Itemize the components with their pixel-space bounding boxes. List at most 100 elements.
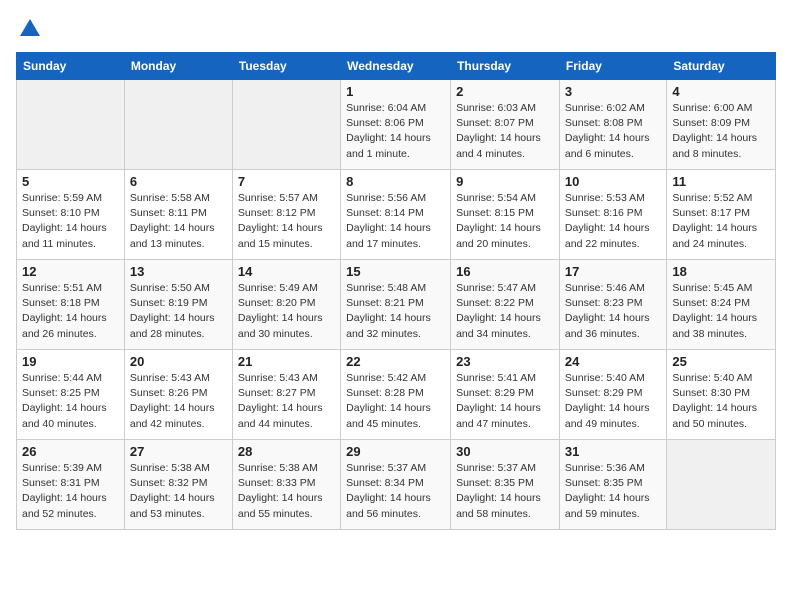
day-detail: Sunrise: 6:02 AM Sunset: 8:08 PM Dayligh… [565, 101, 661, 162]
day-detail: Sunrise: 5:59 AM Sunset: 8:10 PM Dayligh… [22, 191, 119, 252]
calendar-day-cell [232, 80, 340, 170]
calendar-week-row: 26 Sunrise: 5:39 AM Sunset: 8:31 PM Dayli… [17, 440, 776, 530]
day-number: 1 [346, 84, 445, 99]
day-detail: Sunrise: 5:51 AM Sunset: 8:18 PM Dayligh… [22, 281, 119, 342]
calendar-day-cell: 30Sunrise: 5:37 AM Sunset: 8:35 PM Dayli… [451, 440, 560, 530]
logo [16, 16, 42, 40]
day-number: 4 [672, 84, 770, 99]
day-detail: Sunrise: 5:36 AM Sunset: 8:35 PM Dayligh… [565, 461, 661, 522]
calendar-day-cell: 3 Sunrise: 6:02 AM Sunset: 8:08 PM Daylig… [559, 80, 666, 170]
day-number: 19 [22, 354, 119, 369]
day-number: 17 [565, 264, 661, 279]
calendar-day-cell: 31 Sunrise: 5:36 AM Sunset: 8:35 PM Dayli… [559, 440, 666, 530]
day-detail: Sunrise: 5:37 AM Sunset: 8:35 PM Dayligh… [456, 461, 554, 522]
day-detail: Sunrise: 5:49 AM Sunset: 8:20 PM Dayligh… [238, 281, 335, 342]
calendar-day-cell: 24 Sunrise: 5:40 AM Sunset: 8:29 PM Dayli… [559, 350, 666, 440]
calendar-day-cell: 6 Sunrise: 5:58 AM Sunset: 8:11 PM Daylig… [124, 170, 232, 260]
day-number: 23 [456, 354, 554, 369]
calendar-day-cell: 9 Sunrise: 5:54 AM Sunset: 8:15 PM Daylig… [451, 170, 560, 260]
day-detail: Sunrise: 5:40 AM Sunset: 8:29 PM Dayligh… [565, 371, 661, 432]
day-of-week-header: Monday [124, 53, 232, 80]
calendar-day-cell: 10 Sunrise: 5:53 AM Sunset: 8:16 PM Dayli… [559, 170, 666, 260]
day-number: 3 [565, 84, 661, 99]
day-number: 2 [456, 84, 554, 99]
day-number: 25 [672, 354, 770, 369]
calendar-day-cell: 5 Sunrise: 5:59 AM Sunset: 8:10 PM Daylig… [17, 170, 125, 260]
day-detail: Sunrise: 5:57 AM Sunset: 8:12 PM Dayligh… [238, 191, 335, 252]
day-detail: Sunrise: 6:04 AM Sunset: 8:06 PM Dayligh… [346, 101, 445, 162]
day-detail: Sunrise: 5:40 AM Sunset: 8:30 PM Dayligh… [672, 371, 770, 432]
day-detail: Sunrise: 5:52 AM Sunset: 8:17 PM Dayligh… [672, 191, 770, 252]
day-number: 14 [238, 264, 335, 279]
calendar-day-cell: 15 Sunrise: 5:48 AM Sunset: 8:21 PM Dayli… [341, 260, 451, 350]
day-detail: Sunrise: 5:43 AM Sunset: 8:27 PM Dayligh… [238, 371, 335, 432]
calendar-week-row: 19Sunrise: 5:44 AM Sunset: 8:25 PM Dayli… [17, 350, 776, 440]
calendar-table: SundayMondayTuesdayWednesdayThursdayFrid… [16, 52, 776, 530]
calendar-week-row: 1 Sunrise: 6:04 AM Sunset: 8:06 PM Daylig… [17, 80, 776, 170]
page-header [16, 16, 776, 40]
day-number: 9 [456, 174, 554, 189]
day-detail: Sunrise: 5:54 AM Sunset: 8:15 PM Dayligh… [456, 191, 554, 252]
calendar-week-row: 12 Sunrise: 5:51 AM Sunset: 8:18 PM Dayli… [17, 260, 776, 350]
day-of-week-header: Friday [559, 53, 666, 80]
calendar-day-cell: 1 Sunrise: 6:04 AM Sunset: 8:06 PM Daylig… [341, 80, 451, 170]
day-number: 12 [22, 264, 119, 279]
day-number: 22 [346, 354, 445, 369]
day-number: 27 [130, 444, 227, 459]
day-number: 31 [565, 444, 661, 459]
calendar-day-cell [124, 80, 232, 170]
day-detail: Sunrise: 5:45 AM Sunset: 8:24 PM Dayligh… [672, 281, 770, 342]
calendar-day-cell [667, 440, 776, 530]
day-detail: Sunrise: 6:03 AM Sunset: 8:07 PM Dayligh… [456, 101, 554, 162]
day-detail: Sunrise: 5:56 AM Sunset: 8:14 PM Dayligh… [346, 191, 445, 252]
day-detail: Sunrise: 5:42 AM Sunset: 8:28 PM Dayligh… [346, 371, 445, 432]
day-detail: Sunrise: 6:00 AM Sunset: 8:09 PM Dayligh… [672, 101, 770, 162]
day-of-week-header: Sunday [17, 53, 125, 80]
logo-icon [18, 16, 42, 40]
day-number: 13 [130, 264, 227, 279]
day-detail: Sunrise: 5:53 AM Sunset: 8:16 PM Dayligh… [565, 191, 661, 252]
calendar-day-cell [17, 80, 125, 170]
day-number: 10 [565, 174, 661, 189]
day-number: 5 [22, 174, 119, 189]
day-number: 20 [130, 354, 227, 369]
calendar-day-cell: 14 Sunrise: 5:49 AM Sunset: 8:20 PM Dayli… [232, 260, 340, 350]
calendar-day-cell: 12 Sunrise: 5:51 AM Sunset: 8:18 PM Dayli… [17, 260, 125, 350]
day-detail: Sunrise: 5:41 AM Sunset: 8:29 PM Dayligh… [456, 371, 554, 432]
calendar-day-cell: 4 Sunrise: 6:00 AM Sunset: 8:09 PM Daylig… [667, 80, 776, 170]
day-detail: Sunrise: 5:48 AM Sunset: 8:21 PM Dayligh… [346, 281, 445, 342]
day-detail: Sunrise: 5:46 AM Sunset: 8:23 PM Dayligh… [565, 281, 661, 342]
day-detail: Sunrise: 5:39 AM Sunset: 8:31 PM Dayligh… [22, 461, 119, 522]
calendar-day-cell: 8 Sunrise: 5:56 AM Sunset: 8:14 PM Daylig… [341, 170, 451, 260]
day-number: 11 [672, 174, 770, 189]
day-of-week-header: Tuesday [232, 53, 340, 80]
calendar-header-row: SundayMondayTuesdayWednesdayThursdayFrid… [17, 53, 776, 80]
calendar-day-cell: 27 Sunrise: 5:38 AM Sunset: 8:32 PM Dayli… [124, 440, 232, 530]
calendar-day-cell: 28Sunrise: 5:38 AM Sunset: 8:33 PM Dayli… [232, 440, 340, 530]
day-detail: Sunrise: 5:47 AM Sunset: 8:22 PM Dayligh… [456, 281, 554, 342]
day-number: 26 [22, 444, 119, 459]
calendar-day-cell: 20 Sunrise: 5:43 AM Sunset: 8:26 PM Dayli… [124, 350, 232, 440]
day-detail: Sunrise: 5:38 AM Sunset: 8:32 PM Dayligh… [130, 461, 227, 522]
day-number: 21 [238, 354, 335, 369]
day-number: 8 [346, 174, 445, 189]
calendar-day-cell: 23 Sunrise: 5:41 AM Sunset: 8:29 PM Dayli… [451, 350, 560, 440]
day-of-week-header: Saturday [667, 53, 776, 80]
calendar-day-cell: 19Sunrise: 5:44 AM Sunset: 8:25 PM Dayli… [17, 350, 125, 440]
day-number: 6 [130, 174, 227, 189]
day-detail: Sunrise: 5:43 AM Sunset: 8:26 PM Dayligh… [130, 371, 227, 432]
calendar-day-cell: 29 Sunrise: 5:37 AM Sunset: 8:34 PM Dayli… [341, 440, 451, 530]
day-number: 24 [565, 354, 661, 369]
day-detail: Sunrise: 5:58 AM Sunset: 8:11 PM Dayligh… [130, 191, 227, 252]
day-detail: Sunrise: 5:37 AM Sunset: 8:34 PM Dayligh… [346, 461, 445, 522]
day-number: 18 [672, 264, 770, 279]
calendar-day-cell: 17 Sunrise: 5:46 AM Sunset: 8:23 PM Dayli… [559, 260, 666, 350]
calendar-day-cell: 11 Sunrise: 5:52 AM Sunset: 8:17 PM Dayli… [667, 170, 776, 260]
calendar-day-cell: 7 Sunrise: 5:57 AM Sunset: 8:12 PM Daylig… [232, 170, 340, 260]
day-number: 29 [346, 444, 445, 459]
calendar-day-cell: 13Sunrise: 5:50 AM Sunset: 8:19 PM Dayli… [124, 260, 232, 350]
day-number: 15 [346, 264, 445, 279]
day-number: 7 [238, 174, 335, 189]
day-number: 28 [238, 444, 335, 459]
day-of-week-header: Thursday [451, 53, 560, 80]
